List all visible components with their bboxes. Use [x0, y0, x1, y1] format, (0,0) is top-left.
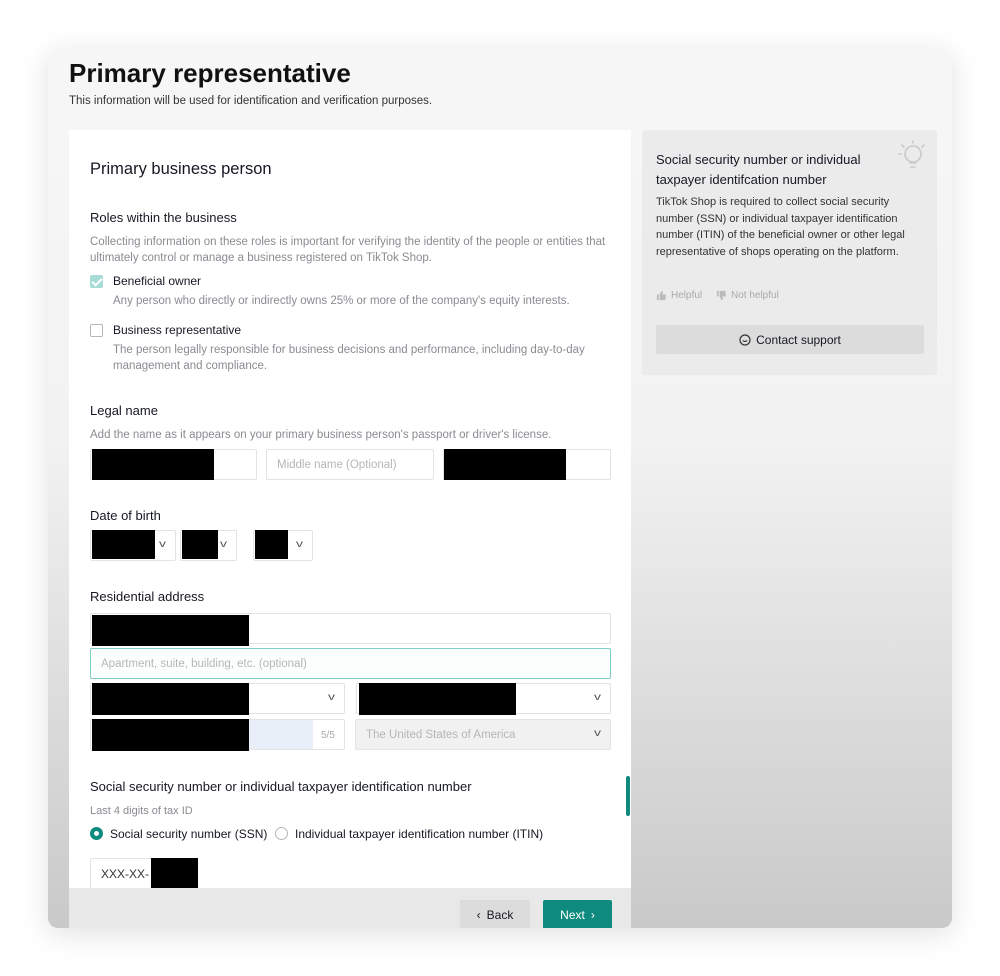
ssn-last4-input[interactable]: XXX-XX-	[90, 858, 198, 889]
business-representative-label: Business representative	[113, 323, 242, 337]
ssn-prefix: XXX-XX-	[101, 867, 150, 881]
middle-name-placeholder: Middle name (Optional)	[277, 458, 397, 471]
form-footer: ‹ Back Next ›	[69, 888, 631, 928]
app-window: Primary representative This information …	[48, 48, 952, 928]
address-line2-placeholder: Apartment, suite, building, etc. (option…	[101, 657, 307, 670]
middle-name-input[interactable]: Middle name (Optional)	[266, 449, 434, 480]
roles-help: Collecting information on these roles is…	[90, 236, 606, 264]
chevron-right-icon: ›	[590, 907, 595, 922]
roles-label: Roles within the business	[90, 210, 237, 225]
beneficial-owner-label: Beneficial owner	[113, 274, 202, 288]
ssn-radio-label: Social security number (SSN)	[110, 827, 268, 841]
redacted-dob-day	[182, 530, 218, 559]
back-button-label: Back	[486, 907, 514, 922]
helpful-label: Helpful	[671, 290, 703, 301]
redacted-city	[92, 683, 249, 715]
redacted-zip-code	[92, 719, 249, 751]
redacted-state	[359, 683, 516, 715]
chevron-down-icon: v	[159, 539, 166, 550]
page-title: Primary representative	[69, 58, 351, 88]
not-helpful-button[interactable]: Not helpful	[716, 290, 779, 301]
help-title: Social security number or individual tax…	[656, 152, 861, 187]
business-representative-checkbox[interactable]	[90, 324, 103, 337]
contact-support-button[interactable]: Contact support	[656, 325, 924, 354]
next-button-label: Next	[560, 907, 585, 922]
tax-id-label: Social security number or individual tax…	[90, 779, 472, 794]
itin-radio[interactable]	[275, 827, 288, 840]
ssn-radio[interactable]	[90, 827, 103, 840]
address-line2-input[interactable]: Apartment, suite, building, etc. (option…	[90, 648, 611, 679]
itin-radio-label: Individual taxpayer identification numbe…	[295, 827, 544, 841]
lightbulb-icon	[898, 140, 925, 168]
help-card: Social security number or individual tax…	[642, 130, 937, 375]
country-value: The United States of America	[366, 728, 516, 741]
chevron-down-icon: v	[594, 728, 601, 739]
redacted-ssn	[151, 858, 198, 889]
thumbs-up-icon	[656, 290, 667, 301]
dob-label: Date of birth	[90, 508, 161, 523]
section-title: Primary business person	[90, 160, 272, 178]
thumbs-down-icon	[716, 290, 727, 301]
chevron-down-icon: v	[220, 539, 227, 550]
redacted-street-address	[92, 615, 249, 646]
zip-counter: 5/5	[321, 730, 335, 741]
page-subtitle: This information will be used for identi…	[69, 95, 433, 107]
beneficial-owner-help: Any person who directly or indirectly ow…	[113, 295, 570, 307]
redacted-last-name	[444, 449, 566, 480]
country-select: The United States of America v	[355, 719, 611, 750]
form-card: Primary business person Roles within the…	[69, 130, 631, 928]
not-helpful-label: Not helpful	[731, 290, 779, 301]
chevron-down-icon: v	[296, 539, 303, 550]
beneficial-owner-checkbox[interactable]	[90, 275, 103, 288]
redacted-first-name	[92, 449, 214, 480]
contact-support-label: Contact support	[756, 332, 841, 347]
helpful-button[interactable]: Helpful	[656, 290, 702, 301]
chevron-down-icon: v	[328, 692, 335, 703]
chevron-left-icon: ‹	[476, 907, 481, 922]
help-body: TikTok Shop is required to collect socia…	[656, 196, 905, 258]
business-representative-help: The person legally responsible for busin…	[113, 344, 585, 372]
chat-bubble-icon	[739, 333, 751, 346]
redacted-dob-year	[255, 530, 288, 559]
tax-id-sublabel: Last 4 digits of tax ID	[90, 805, 193, 817]
legal-name-help: Add the name as it appears on your prima…	[90, 429, 552, 441]
legal-name-label: Legal name	[90, 403, 158, 418]
redacted-dob-month	[92, 530, 155, 559]
back-button[interactable]: ‹ Back	[460, 900, 530, 928]
address-label: Residential address	[90, 589, 205, 604]
chevron-down-icon: v	[594, 692, 601, 703]
form-scrollbar[interactable]	[626, 776, 630, 816]
next-button[interactable]: Next ›	[543, 900, 612, 928]
zip-autofill-highlight	[249, 720, 313, 749]
